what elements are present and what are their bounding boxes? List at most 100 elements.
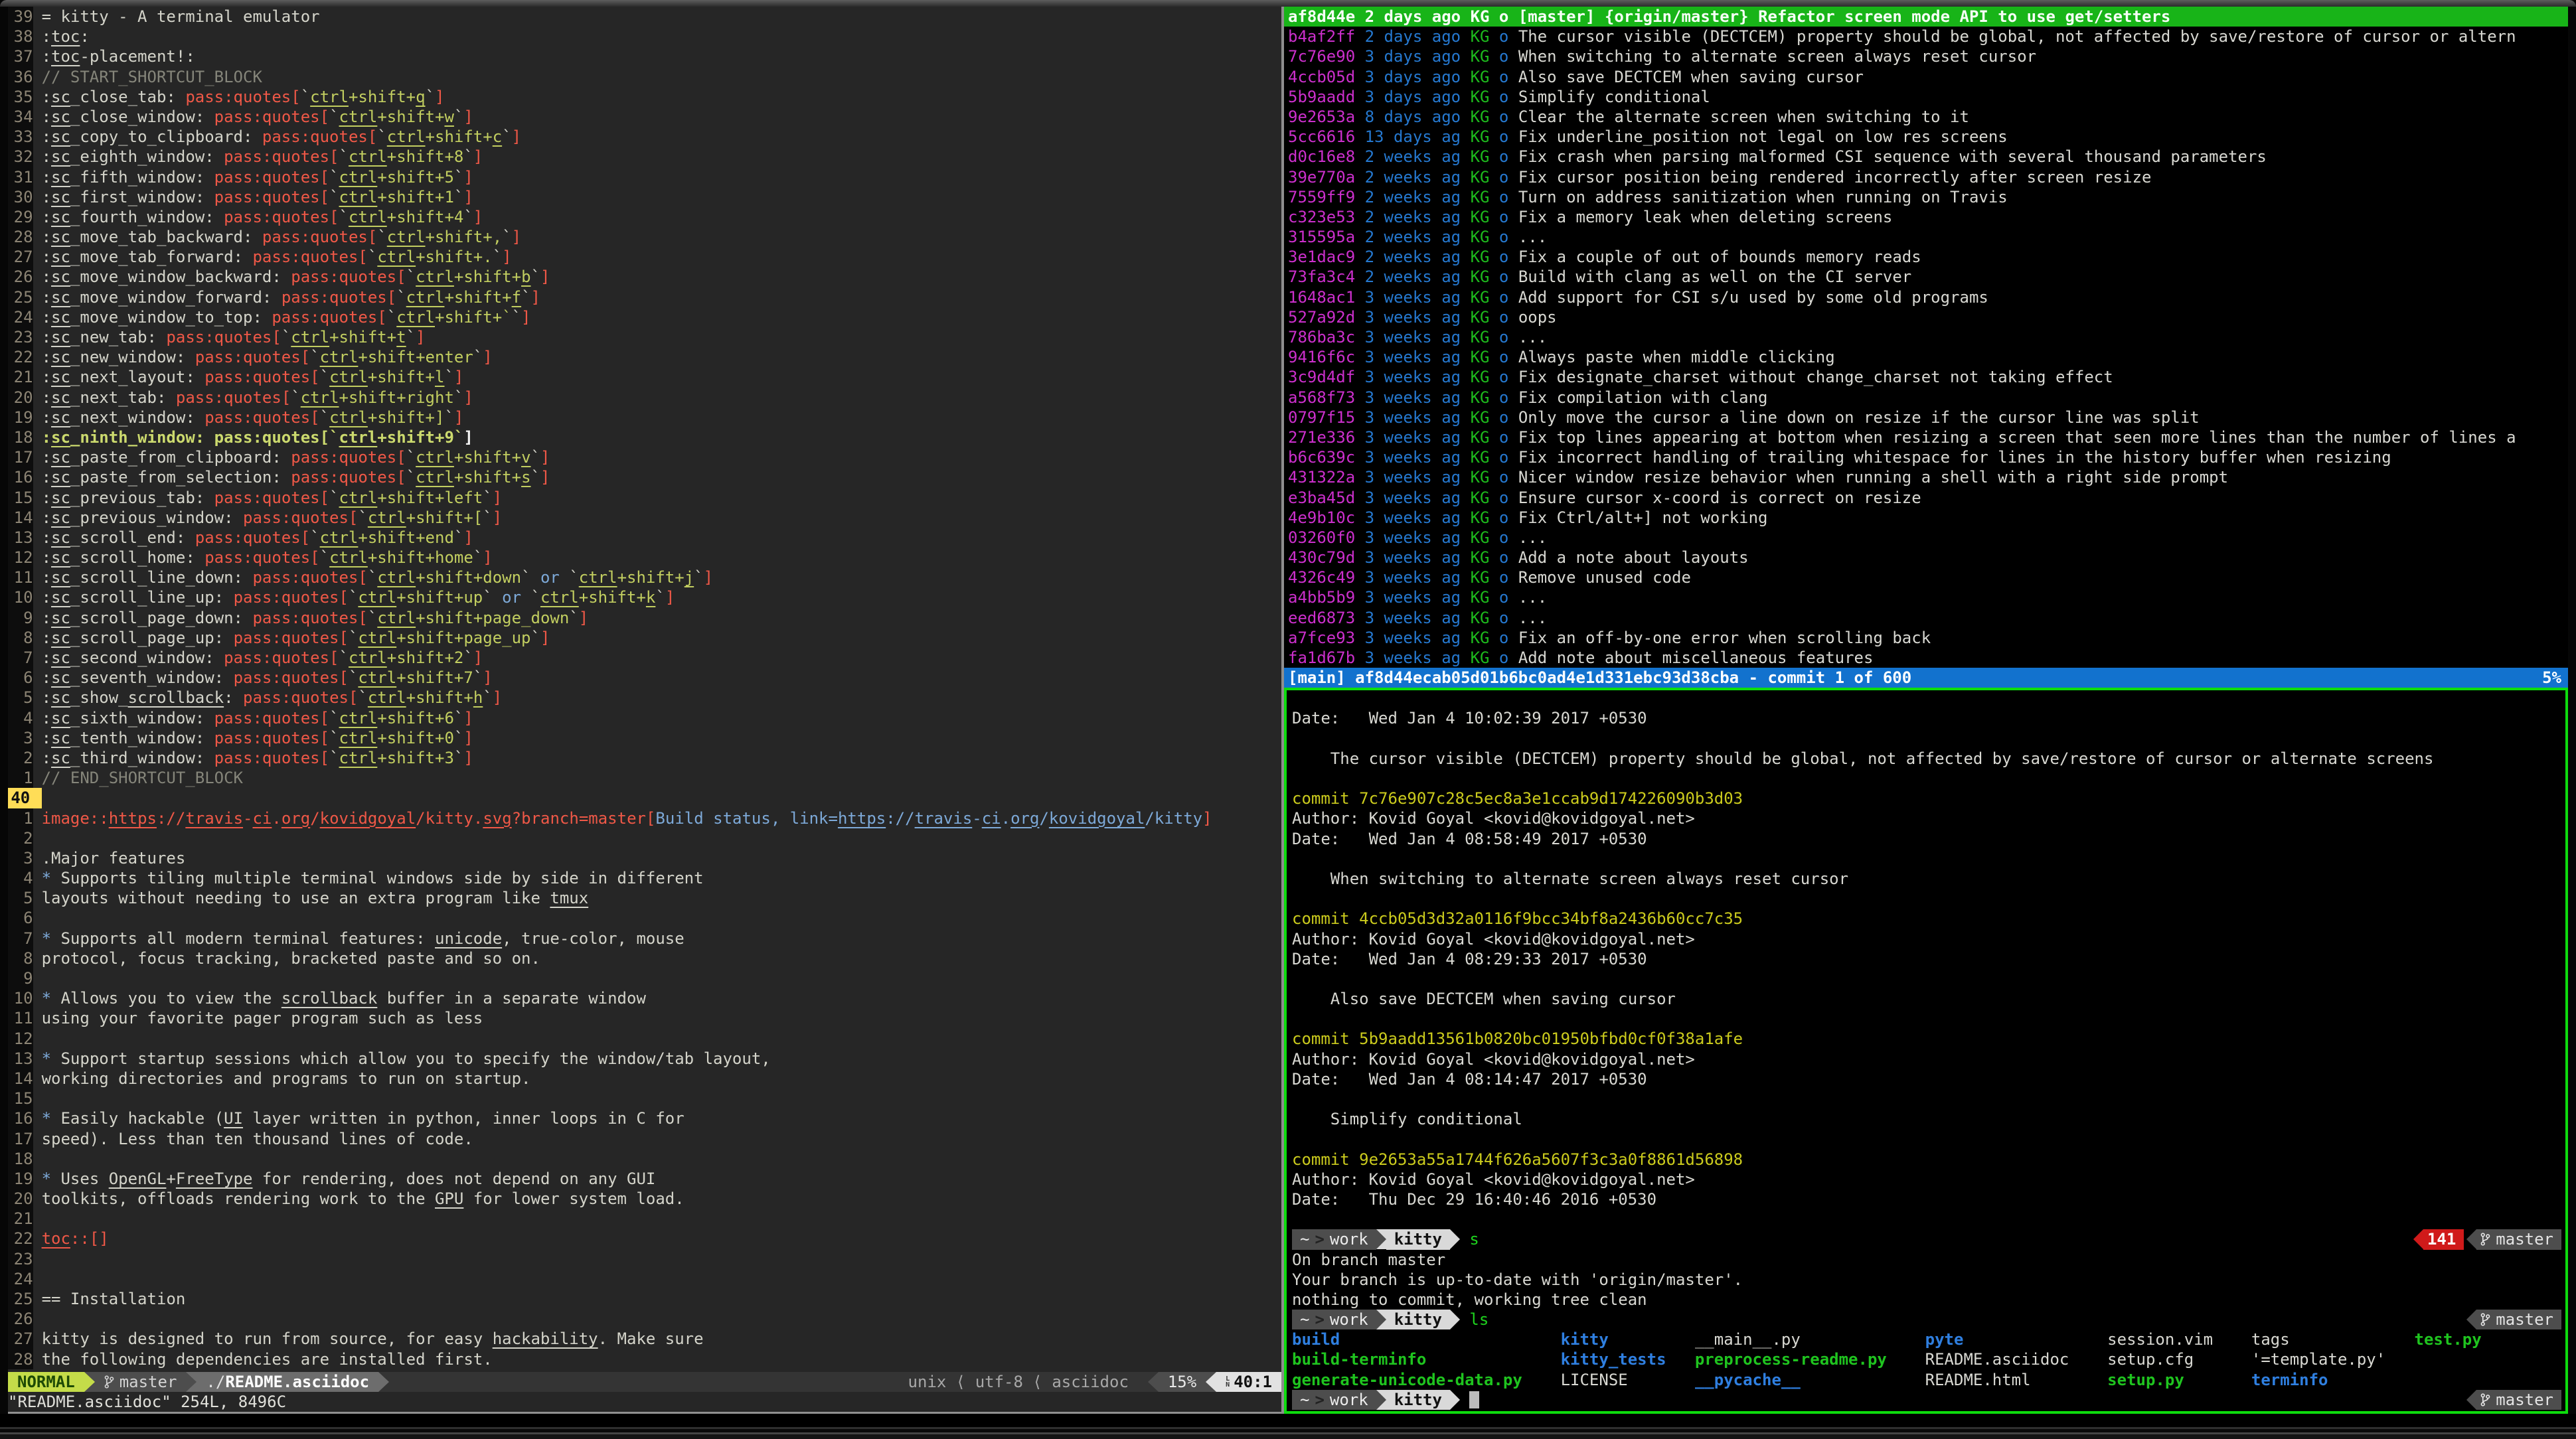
shell-session: ~>workkittys141masterOn branch masterYou… bbox=[1292, 1229, 2561, 1410]
commit-row[interactable]: 3c9d4df 3 weeks ag KG o Fix designate_ch… bbox=[1284, 367, 2568, 387]
file-name: build-terminfo bbox=[1292, 1349, 1561, 1369]
kitty-window: 39= kitty - A terminal emulator38:toc:37… bbox=[0, 0, 2576, 1439]
powerline-separator bbox=[378, 1372, 389, 1392]
terminal-cursor[interactable] bbox=[1469, 1391, 1479, 1408]
tig-statusbar: [main] af8d44ecab05d01b6bc0ad4e1d331ebc9… bbox=[1284, 668, 2568, 688]
editor-line: 34:sc_close_window: pass:quotes[`ctrl+sh… bbox=[8, 107, 1281, 127]
window-titlebar[interactable] bbox=[0, 0, 2576, 7]
git-branch-icon bbox=[2480, 1312, 2490, 1327]
ls-output-row: generate-unicode-data.pyLICENSE__pycache… bbox=[1292, 1370, 2561, 1390]
commit-row[interactable]: c323e53 2 weeks ag KG o Fix a memory lea… bbox=[1284, 207, 2568, 227]
commit-row[interactable]: 4ccb05d 3 days ago KG o Also save DECTCE… bbox=[1284, 67, 2568, 87]
editor-line: 33:sc_copy_to_clipboard: pass:quotes[`ct… bbox=[8, 127, 1281, 147]
git-log-line bbox=[1292, 969, 2561, 989]
line-number: 6 bbox=[8, 908, 33, 928]
line-number: 11 bbox=[8, 1008, 33, 1028]
commit-row[interactable]: 5cc6616 13 days ag KG o Fix underline_po… bbox=[1284, 127, 2568, 147]
commit-row[interactable]: 5b9aadd 3 days ago KG o Simplify conditi… bbox=[1284, 87, 2568, 107]
git-log-line: The cursor visible (DECTCEM) property sh… bbox=[1292, 749, 2561, 769]
editor-line: 1image::https://travis-ci.org/kovidgoyal… bbox=[8, 808, 1281, 828]
editor-line: 10:sc_scroll_line_up: pass:quotes[`ctrl+… bbox=[8, 587, 1281, 607]
vim-command-line[interactable]: "README.asciidoc" 254L, 8496C bbox=[8, 1392, 1281, 1412]
commit-row[interactable]: fa1d67b 3 weeks ag KG o Add note about m… bbox=[1284, 648, 2568, 668]
line-number: 1 bbox=[8, 768, 33, 788]
commit-row[interactable]: a7fce93 3 weeks ag KG o Fix an off-by-on… bbox=[1284, 628, 2568, 648]
commit-row[interactable]: a4bb5b9 3 weeks ag KG o ... bbox=[1284, 587, 2568, 607]
shell-prompt[interactable]: ~>workkittys141master bbox=[1292, 1229, 2561, 1249]
commit-row[interactable]: 03260f0 3 weeks ag KG o ... bbox=[1284, 528, 2568, 548]
editor-line: 14:sc_previous_window: pass:quotes[`ctrl… bbox=[8, 508, 1281, 528]
editor-line: 4:sc_sixth_window: pass:quotes[`ctrl+shi… bbox=[8, 708, 1281, 728]
line-number: 28 bbox=[8, 1349, 33, 1369]
git-log-line bbox=[1292, 1129, 2561, 1149]
line-number: 16 bbox=[8, 467, 33, 487]
commit-row[interactable]: 0797f15 3 weeks ag KG o Only move the cu… bbox=[1284, 408, 2568, 427]
git-branch-badge: master bbox=[2466, 1310, 2561, 1329]
shell-command[interactable]: s bbox=[1469, 1229, 1479, 1249]
editor-line: 16* Easily hackable (UI layer written in… bbox=[8, 1108, 1281, 1128]
editor-line: 38:toc: bbox=[8, 27, 1281, 46]
commit-row[interactable]: 271e336 3 weeks ag KG o Fix top lines ap… bbox=[1284, 427, 2568, 447]
statusline-spacer bbox=[389, 1372, 908, 1392]
editor-line: 21 bbox=[8, 1209, 1281, 1229]
line-number: 20 bbox=[8, 388, 33, 408]
commit-row[interactable]: 3e1dac9 2 weeks ag KG o Fix a couple of … bbox=[1284, 247, 2568, 267]
line-number: 5 bbox=[8, 688, 33, 708]
editor-line: 2 bbox=[8, 828, 1281, 848]
git-log-line: commit 4ccb05d3d32a0116f9bcc34bf8a2436b6… bbox=[1292, 909, 2561, 929]
line-number: 3 bbox=[8, 848, 33, 868]
shell-output-line: On branch master bbox=[1292, 1250, 2561, 1270]
editor-line: 13* Support startup sessions which allow… bbox=[8, 1049, 1281, 1069]
commit-row[interactable]: 786ba3c 3 weeks ag KG o ... bbox=[1284, 327, 2568, 347]
commit-row[interactable]: 527a92d 3 weeks ag KG o oops bbox=[1284, 307, 2568, 327]
chevron-right-icon: > bbox=[1309, 1310, 1329, 1329]
shell-prompt[interactable]: ~>workkittymaster bbox=[1292, 1390, 2561, 1410]
commit-row[interactable]: 7c76e90 3 days ago KG o When switching t… bbox=[1284, 46, 2568, 66]
line-number: 11 bbox=[8, 568, 33, 587]
commit-row[interactable]: 315595a 2 weeks ag KG o ... bbox=[1284, 227, 2568, 247]
editor-line: 22toc::[] bbox=[8, 1229, 1281, 1249]
ls-output-row: buildkitty__main__.pypytesession.vimtags… bbox=[1292, 1329, 2561, 1349]
git-log-line: commit 7c76e907c28c5ec8a3e1ccab9d1742260… bbox=[1292, 789, 2561, 808]
commit-row[interactable]: eed6873 3 weeks ag KG o ... bbox=[1284, 608, 2568, 628]
commit-row[interactable]: 73fa3c4 2 weeks ag KG o Build with clang… bbox=[1284, 267, 2568, 287]
commit-row[interactable]: 9e2653a 8 days ago KG o Clear the altern… bbox=[1284, 107, 2568, 127]
commit-row[interactable]: d0c16e8 2 weeks ag KG o Fix crash when p… bbox=[1284, 147, 2568, 167]
commit-row[interactable]: a568f73 3 weeks ag KG o Fix compilation … bbox=[1284, 388, 2568, 408]
line-number: 26 bbox=[8, 267, 33, 287]
commit-row[interactable]: 431322a 3 weeks ag KG o Nicer window res… bbox=[1284, 467, 2568, 487]
git-branch-badge: master bbox=[2466, 1390, 2561, 1410]
commit-row[interactable]: 4e9b10c 3 weeks ag KG o Fix Ctrl/alt+] n… bbox=[1284, 508, 2568, 528]
line-number: 18 bbox=[8, 427, 33, 447]
editor-line: 27:sc_move_tab_forward: pass:quotes[`ctr… bbox=[8, 247, 1281, 267]
commit-row[interactable]: 39e770a 2 weeks ag KG o Fix cursor posit… bbox=[1284, 167, 2568, 187]
line-number: 36 bbox=[8, 67, 33, 87]
commit-row[interactable]: af8d44e 2 days ago KG o [master] {origin… bbox=[1284, 7, 2568, 27]
commit-row[interactable]: 1648ac1 3 weeks ag KG o Add support for … bbox=[1284, 287, 2568, 307]
line-number: 35 bbox=[8, 87, 33, 107]
line-number: 37 bbox=[8, 46, 33, 66]
vim-pane[interactable]: 39= kitty - A terminal emulator38:toc:37… bbox=[8, 7, 1281, 1414]
editor-line: 23:sc_new_tab: pass:quotes[`ctrl+shift+t… bbox=[8, 327, 1281, 347]
statusline-filename: ./README.asciidoc bbox=[197, 1372, 378, 1392]
git-log-line: Author: Kovid Goyal <kovid@kovidgoyal.ne… bbox=[1292, 1049, 2561, 1069]
line-number: 30 bbox=[8, 187, 33, 207]
commit-row[interactable]: 7559ff9 2 weeks ag KG o Turn on address … bbox=[1284, 187, 2568, 207]
commit-row[interactable]: 9416f6c 3 weeks ag KG o Always paste whe… bbox=[1284, 347, 2568, 367]
commit-row[interactable]: 4326c49 3 weeks ag KG o Remove unused co… bbox=[1284, 568, 2568, 587]
editor-line: 12:sc_scroll_home: pass:quotes[`ctrl+shi… bbox=[8, 548, 1281, 568]
line-number: 2 bbox=[8, 828, 33, 848]
shell-pane[interactable]: Date: Wed Jan 4 10:02:39 2017 +0530 The … bbox=[1284, 688, 2568, 1414]
commit-row[interactable]: b4af2ff 2 days ago KG o The cursor visib… bbox=[1284, 27, 2568, 46]
file-name: README.html bbox=[1925, 1370, 2108, 1390]
git-log-line: Author: Kovid Goyal <kovid@kovidgoyal.ne… bbox=[1292, 929, 2561, 949]
commit-row[interactable]: e3ba45d 3 weeks ag KG o Ensure cursor x-… bbox=[1284, 488, 2568, 508]
terminal-content: 39= kitty - A terminal emulator38:toc:37… bbox=[8, 7, 2568, 1414]
powerline-separator bbox=[1376, 1390, 1386, 1410]
shell-prompt[interactable]: ~>workkittylsmaster bbox=[1292, 1310, 2561, 1329]
tig-pane[interactable]: af8d44e 2 days ago KG o [master] {origin… bbox=[1284, 7, 2568, 688]
shell-command[interactable]: ls bbox=[1469, 1310, 1489, 1329]
editor-line: 14working directories and programs to ru… bbox=[8, 1069, 1281, 1089]
commit-row[interactable]: b6c639c 3 weeks ag KG o Fix incorrect ha… bbox=[1284, 447, 2568, 467]
commit-row[interactable]: 430c79d 3 weeks ag KG o Add a note about… bbox=[1284, 548, 2568, 568]
